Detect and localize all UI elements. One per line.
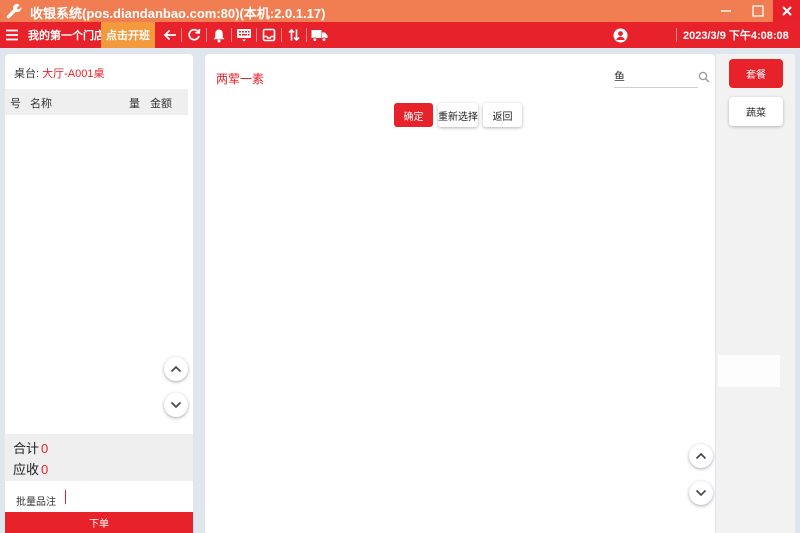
bell-icon	[213, 29, 225, 42]
toolbar-divider	[281, 28, 282, 42]
keyboard-button[interactable]	[234, 22, 254, 48]
hamburger-icon	[6, 29, 18, 41]
transfer-button[interactable]	[284, 22, 304, 48]
column-name: 名称	[30, 98, 52, 110]
chevron-up-icon	[695, 452, 707, 460]
background-patch	[718, 355, 780, 387]
refresh-icon	[188, 28, 201, 41]
category-set-meal[interactable]: 套餐	[729, 59, 783, 88]
search-input[interactable]	[614, 66, 686, 86]
order-table-header: 号 名称 量 金额	[5, 89, 188, 115]
order-summary: 合计 0 应收 0	[5, 434, 193, 481]
chevron-down-icon	[695, 489, 707, 497]
table-value[interactable]: 大厅-A001桌	[42, 68, 104, 80]
receivable-row: 应收 0	[13, 459, 48, 478]
title-bar: 收银系统(pos.diandanbao.com:80)(本机:2.0.1.17)	[0, 0, 800, 22]
table-label: 桌台:	[14, 68, 40, 80]
close-button[interactable]	[773, 0, 800, 22]
search-icon[interactable]	[698, 71, 710, 83]
order-panel: 桌台: 大厅-A001桌 号 名称 量 金额 合计 0 应收 0 批量品注 下单	[5, 54, 193, 533]
receivable-label: 应收	[13, 462, 40, 477]
return-button[interactable]: 返回	[483, 103, 522, 127]
group-title: 两荤一素	[216, 72, 265, 86]
minimize-button[interactable]	[712, 0, 740, 22]
keyboard-icon	[237, 29, 251, 42]
toolbar-divider	[306, 28, 307, 42]
receivable-value: 0	[41, 462, 49, 477]
delivery-button[interactable]	[309, 22, 329, 48]
menu-panel: 两荤一素 确定 重新选择 返回	[205, 54, 715, 533]
column-qty: 量	[129, 98, 140, 110]
sort-arrows-icon	[288, 28, 300, 42]
total-value: 0	[41, 441, 49, 456]
confirm-button[interactable]: 确定	[394, 103, 433, 127]
toolbar-divider	[181, 28, 182, 42]
menu-scroll-up-button[interactable]	[689, 444, 713, 468]
reselect-button[interactable]: 重新选择	[438, 103, 478, 127]
notification-button[interactable]	[209, 22, 229, 48]
scroll-down-button[interactable]	[164, 393, 188, 417]
user-account-button[interactable]	[610, 22, 630, 48]
minimize-icon	[721, 10, 731, 12]
arrow-left-icon	[163, 29, 176, 41]
table-info: 桌台: 大厅-A001桌	[14, 65, 104, 81]
toolbar-divider	[676, 28, 677, 42]
toolbar-divider	[256, 28, 257, 42]
datetime-display: 2023/3/9 下午4:08:08	[683, 30, 789, 42]
toolbar: 我的第一个门店 点击开班 2023/3/9 下午4:08:08	[0, 22, 800, 48]
total-label: 合计	[13, 441, 40, 456]
category-vegetables[interactable]: 蔬菜	[729, 97, 783, 126]
back-button[interactable]	[160, 22, 180, 48]
batch-remark-input[interactable]	[65, 490, 66, 504]
truck-icon	[311, 29, 327, 42]
inbox-icon	[262, 28, 276, 42]
close-icon	[781, 6, 792, 16]
maximize-icon	[752, 5, 764, 17]
column-no: 号	[10, 98, 21, 110]
open-shift-button[interactable]: 点击开班	[101, 22, 155, 48]
wrench-icon	[6, 3, 22, 19]
scroll-up-button[interactable]	[164, 357, 188, 381]
chevron-up-icon	[170, 365, 182, 373]
store-name[interactable]: 我的第一个门店	[28, 22, 105, 48]
menu-scroll-down-button[interactable]	[689, 481, 713, 505]
toolbar-divider	[231, 28, 232, 42]
maximize-button[interactable]	[744, 0, 772, 22]
menu-button[interactable]	[2, 22, 22, 48]
search-box	[614, 66, 710, 88]
total-row: 合计 0	[13, 438, 48, 457]
chevron-down-icon	[170, 401, 182, 409]
toolbar-divider	[206, 28, 207, 42]
user-icon	[613, 28, 627, 42]
inbox-button[interactable]	[259, 22, 279, 48]
batch-remark-label: 批量品注	[16, 497, 56, 508]
window-title: 收银系统(pos.diandanbao.com:80)(本机:2.0.1.17)	[30, 6, 326, 21]
place-order-button[interactable]: 下单	[5, 512, 193, 533]
refresh-button[interactable]	[184, 22, 204, 48]
column-amount: 金额	[150, 98, 172, 110]
